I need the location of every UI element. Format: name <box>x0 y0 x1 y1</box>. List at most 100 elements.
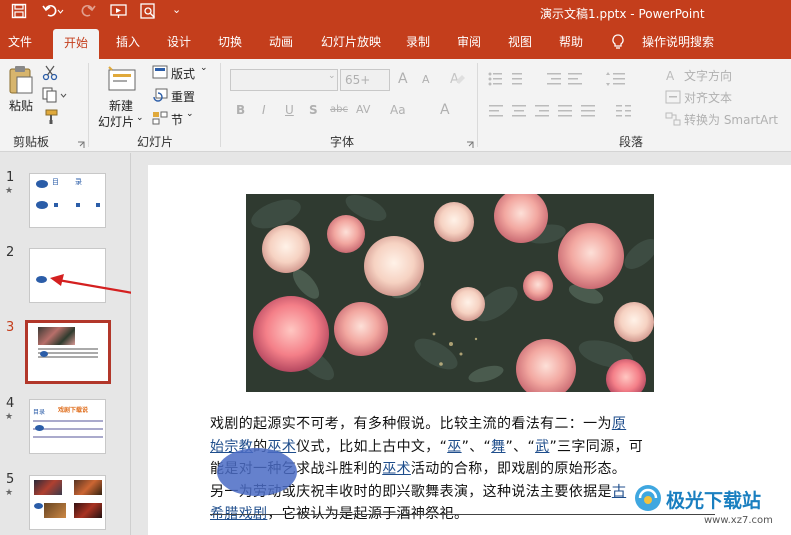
bullets-icon[interactable] <box>488 71 528 90</box>
grow-font-icon[interactable]: A <box>398 71 408 87</box>
hyperlink[interactable]: 原 <box>612 416 626 432</box>
clear-formatting-icon[interactable]: A <box>449 70 467 89</box>
layout-button[interactable]: 版式 <box>171 65 195 82</box>
smartart-icon[interactable] <box>665 112 681 129</box>
present-icon[interactable] <box>110 3 128 23</box>
text-run: 活动的合称，即戏剧的原始形态。 <box>410 461 627 477</box>
save-icon[interactable] <box>11 3 27 23</box>
reset-icon[interactable] <box>152 88 168 105</box>
slide-thumbnail-5[interactable] <box>29 475 106 530</box>
tab-design[interactable]: 设计 <box>159 25 199 59</box>
align-buttons-icon[interactable] <box>488 103 598 122</box>
watermark-url: www.xz7.com <box>704 515 773 526</box>
align-text-icon[interactable] <box>665 90 681 107</box>
bold-button[interactable]: B <box>236 103 245 117</box>
tab-home[interactable]: 开始 <box>53 29 99 59</box>
thumbnail-number: 3 <box>6 320 15 335</box>
line-spacing-icon[interactable] <box>606 71 632 90</box>
tab-slideshow[interactable]: 幻灯片放映 <box>316 25 386 59</box>
layout-icon[interactable] <box>152 65 168 82</box>
chevron-down-icon[interactable]: ⌄ <box>186 109 194 119</box>
tab-file[interactable]: 文件 <box>0 25 40 59</box>
hyperlink[interactable]: 武 <box>535 439 549 455</box>
section-button[interactable]: 节 <box>171 111 183 128</box>
svg-text:A: A <box>450 72 459 86</box>
underline-button[interactable]: U <box>285 103 294 117</box>
strikethrough-button[interactable]: abc <box>330 104 348 115</box>
clipboard-group-label: 剪贴板 <box>13 135 50 149</box>
font-group-label: 字体 <box>330 135 355 149</box>
preview-icon[interactable] <box>140 3 158 23</box>
paste-icon[interactable] <box>8 65 34 98</box>
text-line: 始宗教的巫术仪式，比如上古中文，“巫”、“舞”、“武”三字同源，可 <box>210 436 720 459</box>
paragraph-group-label: 段落 <box>619 135 644 149</box>
section-icon[interactable] <box>152 111 168 128</box>
change-case-button[interactable]: Aa <box>390 103 406 117</box>
slide-thumbnail-pane: 1 ★ 目 录 2 3 4 ★ 戏剧下载说 目录 5 ★ <box>0 153 131 535</box>
title-bar: ⌄ 演示文稿1.pptx - PowerPoint <box>0 0 791 25</box>
slide-thumbnail-3[interactable] <box>25 320 111 384</box>
separator <box>220 63 221 147</box>
slides-group-label: 幻灯片 <box>137 135 174 149</box>
thumbnail-text: 目 <box>52 178 59 186</box>
tab-animations[interactable]: 动画 <box>261 25 301 59</box>
new-slide-icon[interactable] <box>106 64 138 97</box>
italic-button[interactable]: I <box>262 103 266 117</box>
slide-thumbnail-1[interactable]: 目 录 <box>29 173 106 228</box>
text-direction-icon[interactable]: A <box>665 67 681 86</box>
text-direction-button[interactable]: 文字方向 <box>684 67 732 84</box>
dialog-launcher-icon[interactable] <box>77 138 85 152</box>
animation-star-icon: ★ <box>5 186 14 196</box>
align-text-button[interactable]: 对齐文本 <box>684 89 732 106</box>
hyperlink[interactable]: 舞 <box>491 439 505 455</box>
character-spacing-button[interactable]: AV <box>356 103 370 116</box>
text-run: ”、“ <box>505 438 536 455</box>
thumbnail-number: 2 <box>6 245 15 260</box>
thumbnail-number: 1 <box>6 170 15 185</box>
tab-view[interactable]: 视图 <box>500 25 540 59</box>
chevron-down-icon[interactable]: ⌄ <box>136 113 144 123</box>
font-size-dropdown[interactable]: 65+ <box>340 69 390 91</box>
reset-button[interactable]: 重置 <box>171 88 195 105</box>
customize-qat-icon[interactable]: ⌄ <box>172 3 181 16</box>
shrink-font-icon[interactable]: A <box>422 73 430 86</box>
copy-icon[interactable] <box>42 87 68 106</box>
redo-icon[interactable] <box>80 3 96 23</box>
tab-transitions[interactable]: 切换 <box>210 25 250 59</box>
thumbnail-text: 目录 <box>33 409 46 416</box>
paste-button[interactable]: 粘贴 <box>9 97 33 114</box>
columns-icon[interactable] <box>615 103 637 122</box>
animation-star-icon: ★ <box>5 412 14 422</box>
tab-record[interactable]: 录制 <box>398 25 438 59</box>
ribbon-tabs: 文件 开始 插入 设计 切换 动画 幻灯片放映 录制 审阅 视图 帮助 操作说明… <box>0 25 791 59</box>
font-size-value: 65+ <box>345 73 371 87</box>
new-slide-label-2[interactable]: 幻灯片 <box>98 113 134 130</box>
font-color-button[interactable]: A <box>440 102 450 118</box>
format-painter-icon[interactable] <box>44 109 60 128</box>
shadow-button[interactable]: S <box>309 103 318 117</box>
chevron-down-icon[interactable]: ⌄ <box>200 63 208 73</box>
convert-smartart-button[interactable]: 转换为 SmartArt <box>684 111 778 128</box>
indent-icon[interactable] <box>546 71 592 90</box>
blue-ellipse-shape[interactable] <box>217 448 297 496</box>
rose-photo[interactable] <box>246 194 654 392</box>
hyperlink[interactable]: 巫术 <box>382 461 411 477</box>
separator <box>88 63 89 147</box>
font-name-dropdown[interactable] <box>230 69 338 91</box>
chevron-down-icon[interactable]: ⌄ <box>328 71 336 81</box>
thumbnail-text: 戏剧下载说 <box>58 407 89 414</box>
undo-icon[interactable] <box>42 3 64 23</box>
text-run: ”、“ <box>461 438 492 455</box>
tab-help[interactable]: 帮助 <box>551 25 591 59</box>
dialog-launcher-icon[interactable] <box>466 138 474 152</box>
tell-me-search[interactable]: 操作说明搜索 <box>638 25 718 59</box>
thumbnail-number: 5 <box>6 472 15 487</box>
tab-review[interactable]: 审阅 <box>449 25 489 59</box>
watermark-text: 极光下载站 <box>666 490 762 512</box>
new-slide-label[interactable]: 新建 <box>109 97 133 114</box>
slide-thumbnail-4[interactable]: 戏剧下载说 目录 <box>29 399 106 454</box>
cut-icon[interactable] <box>42 65 58 84</box>
svg-text:A: A <box>666 69 675 83</box>
tab-insert[interactable]: 插入 <box>108 25 148 59</box>
hyperlink[interactable]: 巫 <box>447 439 461 455</box>
